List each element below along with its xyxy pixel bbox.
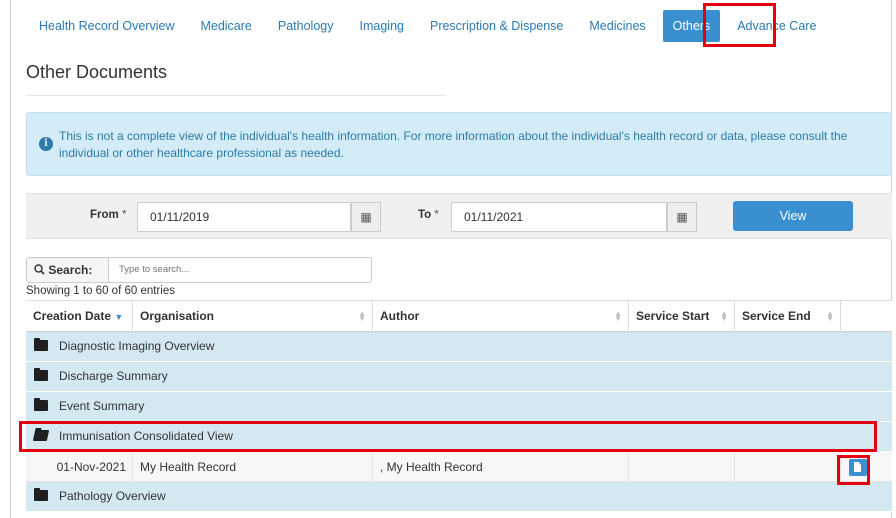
tab-others[interactable]: Others (662, 10, 721, 42)
tab-prescription-dispense[interactable]: Prescription & Dispense (417, 10, 576, 42)
sort-icon: ▲ ▼ (614, 309, 622, 323)
folder-icon (34, 398, 48, 411)
sort-desc-icon: ▼ (114, 312, 124, 322)
group-row[interactable]: Event Summary (26, 392, 892, 422)
tab-pathology[interactable]: Pathology (265, 10, 347, 42)
folder-icon (34, 368, 48, 381)
group-label: Discharge Summary (59, 369, 168, 383)
folder-icon (34, 338, 48, 351)
col-service-end[interactable]: Service End ▲ ▼ (734, 301, 840, 332)
to-date-input[interactable]: 01/11/2021 (451, 202, 667, 232)
col-creation-date[interactable]: Creation Date ▼ (26, 301, 132, 332)
cell-creation-date: 01-Nov-2021 (56, 460, 126, 474)
search-icon (34, 264, 45, 275)
search-label: Search: (27, 258, 109, 282)
tab-advance-care[interactable]: Advance Care (724, 10, 829, 42)
cell-service-start (628, 452, 734, 482)
sort-icon: ▲ ▼ (720, 309, 728, 323)
table-row[interactable]: 01-Nov-2021 My Health Record , My Health… (26, 452, 892, 482)
group-row[interactable]: Diagnostic Imaging Overview (26, 332, 892, 362)
from-label: From * (90, 209, 127, 221)
sort-icon: ▲ ▼ (358, 309, 366, 323)
info-alert: i This is not a complete view of the ind… (26, 112, 892, 176)
col-actions (840, 301, 892, 332)
search-box: Search: (26, 257, 372, 283)
tab-medicines[interactable]: Medicines (576, 10, 658, 42)
info-message: This is not a complete view of the indiv… (59, 129, 848, 160)
to-label: To * (418, 209, 439, 221)
tab-imaging[interactable]: Imaging (347, 10, 417, 42)
cell-author: , My Health Record (372, 452, 628, 482)
view-button[interactable]: View (733, 201, 853, 231)
view-document-icon[interactable] (849, 459, 867, 476)
group-row-expanded[interactable]: Immunisation Consolidated View (26, 422, 892, 452)
group-label: Immunisation Consolidated View (59, 429, 233, 443)
group-label: Pathology Overview (59, 489, 166, 503)
tab-health-record-overview[interactable]: Health Record Overview (26, 10, 187, 42)
info-icon: i (39, 137, 53, 151)
folder-open-icon (32, 430, 50, 441)
to-calendar-icon[interactable]: ▦ (667, 202, 697, 232)
page-title: Other Documents (26, 62, 168, 82)
cell-organisation: My Health Record (132, 452, 372, 482)
col-author[interactable]: Author ▲ ▼ (372, 301, 628, 332)
group-label: Event Summary (59, 399, 145, 413)
entries-info: Showing 1 to 60 of 60 entries (26, 285, 175, 297)
group-label: Diagnostic Imaging Overview (59, 339, 215, 353)
search-input[interactable] (119, 258, 359, 282)
sort-icon: ▲ ▼ (826, 309, 834, 323)
tab-medicare[interactable]: Medicare (187, 10, 264, 42)
from-calendar-icon[interactable]: ▦ (351, 202, 381, 232)
table-header: Creation Date ▼ Organisation ▲ ▼ Author ▲ ▼ … (26, 300, 892, 332)
group-row[interactable]: Pathology Overview (26, 482, 892, 512)
col-organisation[interactable]: Organisation ▲ ▼ (132, 301, 372, 332)
cell-service-end (734, 452, 840, 482)
group-row[interactable]: Discharge Summary (26, 362, 892, 392)
tab-bar: Health Record Overview Medicare Patholog… (26, 10, 829, 42)
folder-icon (34, 488, 48, 501)
from-date-input[interactable]: 01/11/2019 (137, 202, 351, 232)
title-divider (26, 95, 446, 96)
documents-table: Creation Date ▼ Organisation ▲ ▼ Author ▲ ▼ … (26, 300, 892, 512)
col-service-start[interactable]: Service Start ▲ ▼ (628, 301, 734, 332)
